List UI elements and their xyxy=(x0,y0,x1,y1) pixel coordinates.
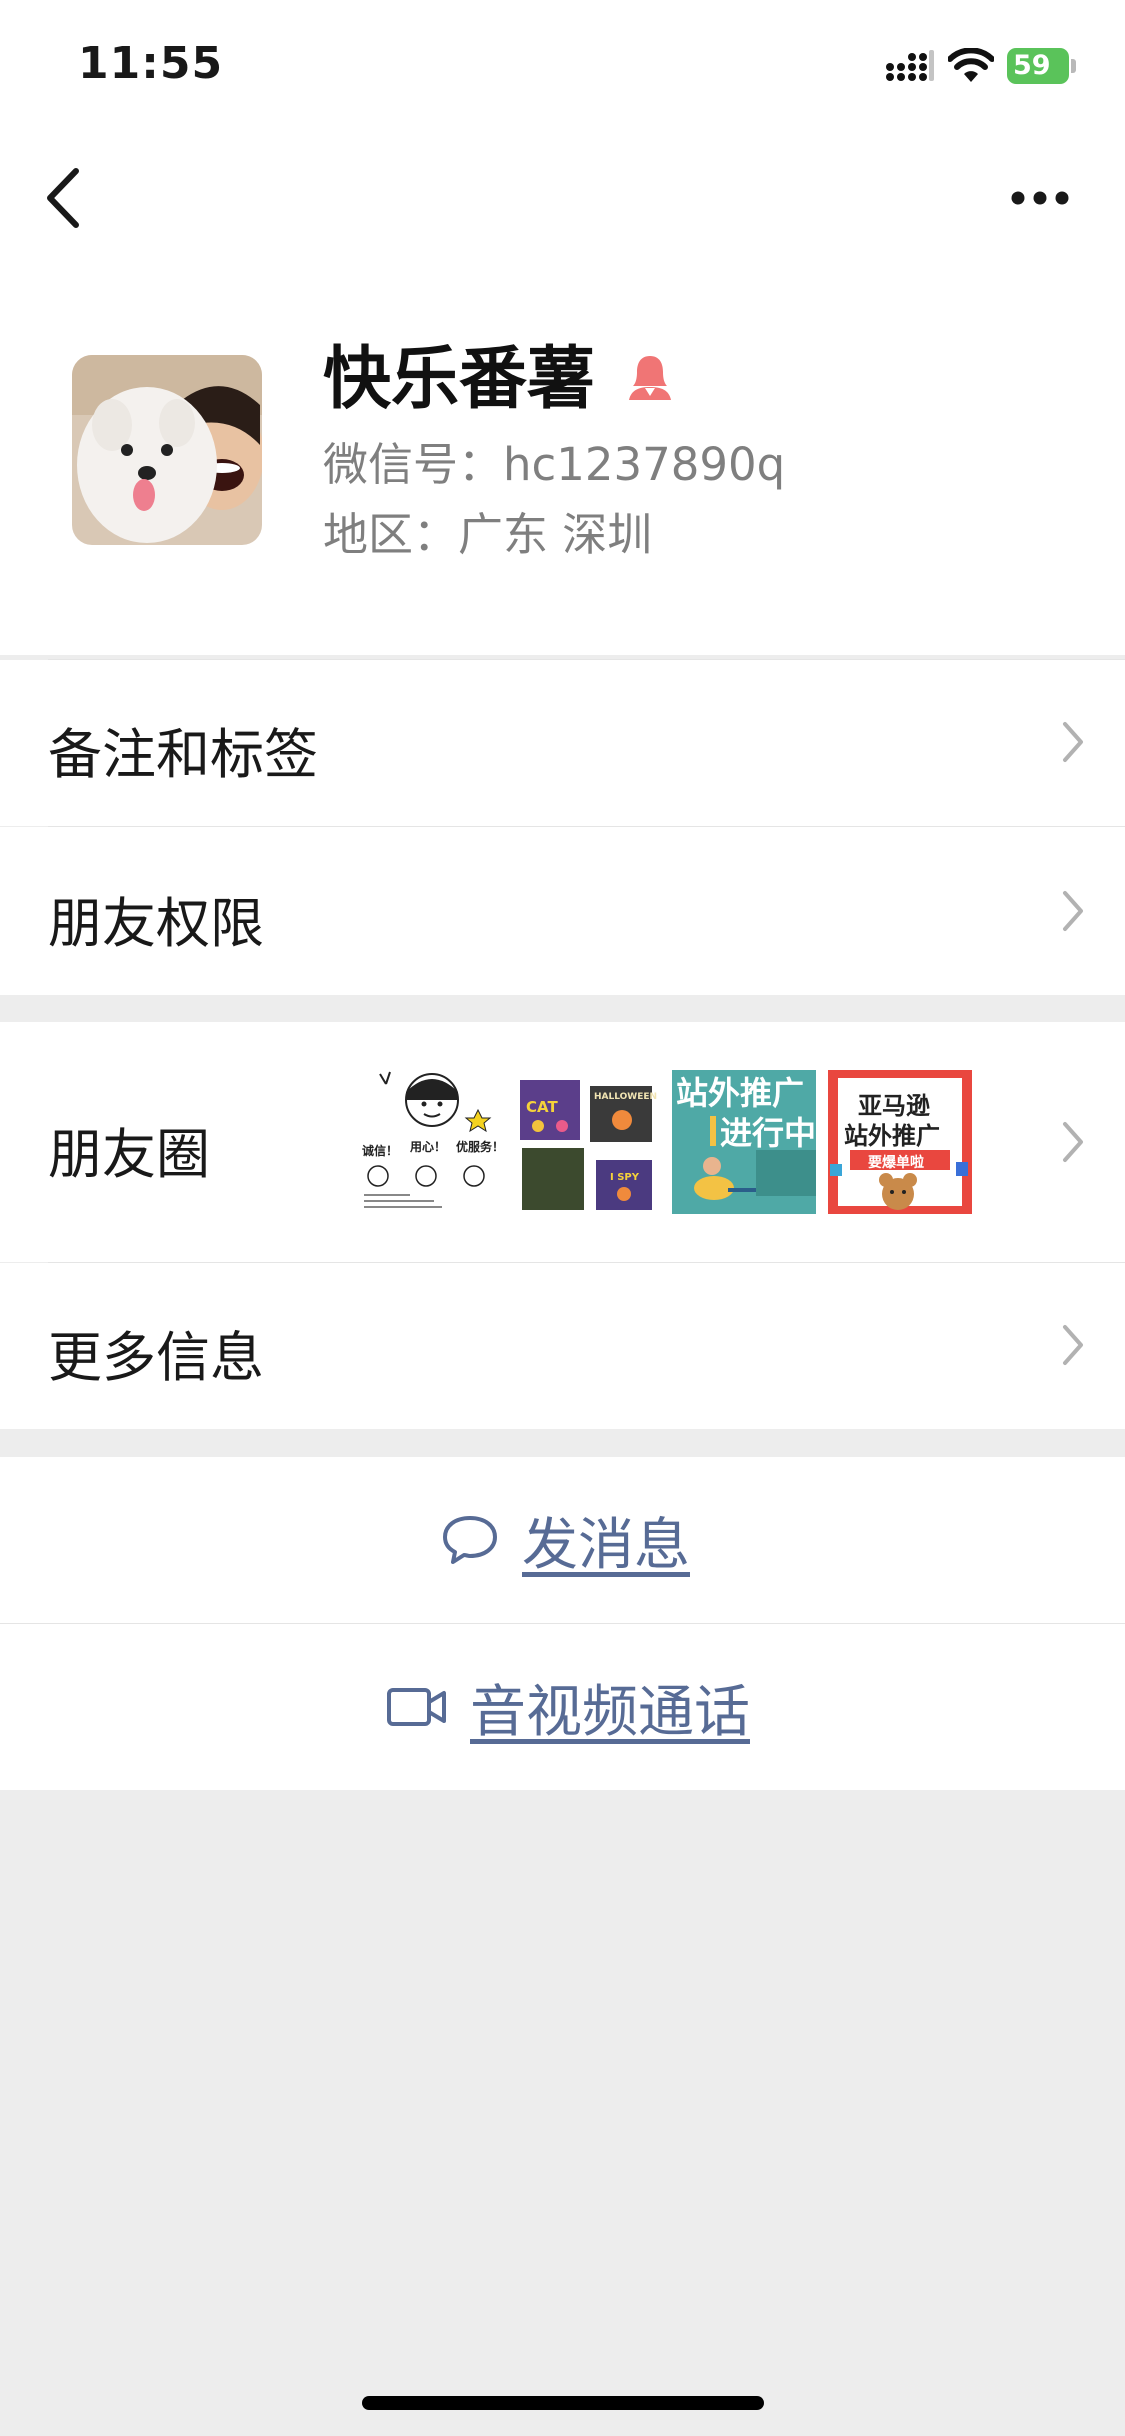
home-indicator[interactable] xyxy=(362,2396,764,2410)
back-icon[interactable] xyxy=(40,165,90,231)
friend-permissions-label: 朋友权限 xyxy=(48,892,264,955)
status-time: 11:55 xyxy=(78,38,224,89)
more-icon[interactable] xyxy=(1010,190,1070,206)
thumb4-text-c: 要爆单啦 xyxy=(868,1155,924,1171)
wechat-id: 微信号：hc1237890q xyxy=(323,438,786,491)
thumb1-text-b: 用心！ xyxy=(410,1140,447,1154)
moments-thumbnail: 亚马逊 站外推广 要爆单啦 xyxy=(828,1070,972,1214)
video-camera-icon xyxy=(387,1688,446,1726)
more-info-row[interactable]: 更多信息 xyxy=(0,1263,1125,1429)
battery-icon: 59 xyxy=(1007,48,1077,84)
remarks-tags-row[interactable]: 备注和标签 xyxy=(0,660,1125,826)
thumb4-text-b: 站外推广 xyxy=(844,1122,940,1150)
remarks-tags-label: 备注和标签 xyxy=(48,723,318,786)
battery-level: 59 xyxy=(1013,50,1051,81)
more-info-label: 更多信息 xyxy=(48,1326,264,1389)
avatar[interactable] xyxy=(72,355,262,545)
send-message-button[interactable]: 发消息 xyxy=(0,1457,1125,1623)
moments-thumbnail: 诚信！ 用心！ 优服务！ xyxy=(360,1070,504,1214)
video-call-label: 音视频通话 xyxy=(470,1679,750,1745)
thumb2-text-b: HALLOWEEN xyxy=(594,1092,658,1102)
chat-bubble-icon xyxy=(443,1516,497,1564)
moments-label: 朋友圈 xyxy=(48,1123,210,1186)
friend-permissions-row[interactable]: 朋友权限 xyxy=(0,827,1125,995)
thumb3-text-b: 进行中 xyxy=(720,1114,816,1152)
thumb1-text-a: 诚信！ xyxy=(362,1144,399,1158)
chevron-right-icon xyxy=(1063,1122,1083,1162)
female-gender-icon xyxy=(629,356,671,400)
send-message-label: 发消息 xyxy=(522,1512,690,1578)
region: 地区：广东 深圳 xyxy=(323,508,653,561)
wifi-icon xyxy=(948,48,994,82)
moments-thumbnail: CAT HALLOWEEN I SPY xyxy=(516,1070,660,1214)
chevron-right-icon xyxy=(1063,891,1083,931)
thumb1-text-c: 优服务！ xyxy=(456,1140,504,1154)
moments-thumbnail: 站外推广 进行中 xyxy=(672,1070,816,1214)
chevron-right-icon xyxy=(1063,722,1083,762)
moments-thumbnails[interactable]: 诚信！ 用心！ 优服务！ CAT HALLOWEEN I SPY 站外推广 进行… xyxy=(360,1070,972,1214)
cellular-signal-icon xyxy=(886,50,934,81)
thumb2-text-c: I SPY xyxy=(610,1172,639,1183)
contact-name: 快乐番薯 xyxy=(323,340,596,419)
chevron-right-icon xyxy=(1063,1325,1083,1365)
video-call-button[interactable]: 音视频通话 xyxy=(0,1624,1125,1790)
thumb2-text-a: CAT xyxy=(526,1098,558,1116)
